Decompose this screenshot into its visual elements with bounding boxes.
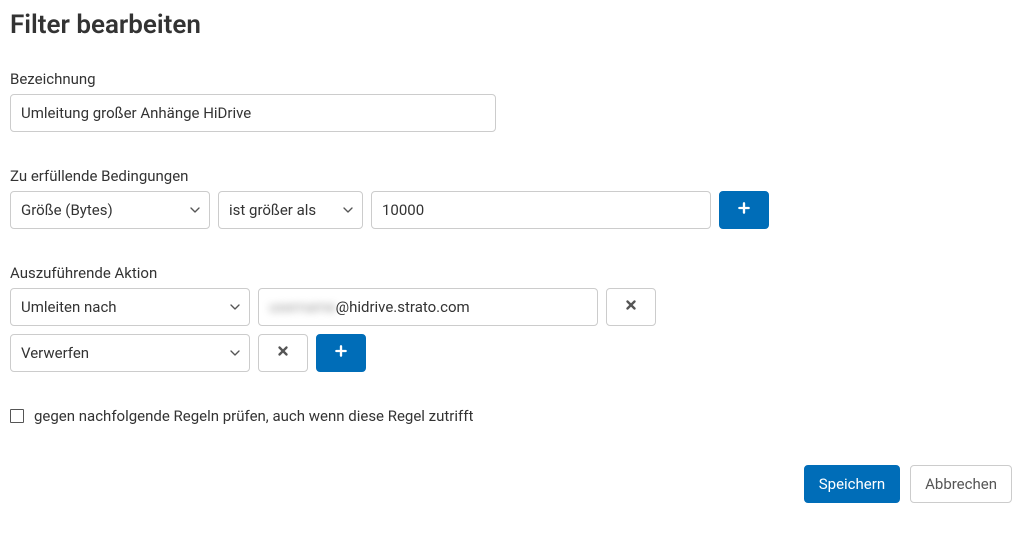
stop-processing-label: gegen nachfolgende Regeln prüfen, auch w… xyxy=(34,407,473,425)
name-input[interactable] xyxy=(10,94,496,132)
condition-row: Größe (Bytes) ist größer als xyxy=(10,191,1012,229)
stop-processing-checkbox[interactable] xyxy=(10,409,24,423)
plus-icon xyxy=(334,344,348,362)
close-icon xyxy=(624,298,638,316)
conditions-label: Zu erfüllende Bedingungen xyxy=(10,167,1012,185)
condition-field-select[interactable]: Größe (Bytes) xyxy=(10,191,210,229)
action-select[interactable]: Verwerfen xyxy=(10,334,250,372)
name-label: Bezeichnung xyxy=(10,70,1012,88)
plus-icon xyxy=(737,201,751,219)
remove-action-button[interactable] xyxy=(606,288,656,326)
add-condition-button[interactable] xyxy=(719,191,769,229)
action-row: Verwerfen xyxy=(10,334,1012,372)
page-title: Filter bearbeiten xyxy=(10,10,1012,40)
action-value-suffix: @hidrive.strato.com xyxy=(336,298,470,316)
action-row: Umleiten nach username@hidrive.strato.co… xyxy=(10,288,1012,326)
actions-label: Auszuführende Aktion xyxy=(10,264,1012,282)
condition-operator-select[interactable]: ist größer als xyxy=(218,191,363,229)
remove-action-button[interactable] xyxy=(258,334,308,372)
action-select[interactable]: Umleiten nach xyxy=(10,288,250,326)
close-icon xyxy=(276,344,290,362)
save-button[interactable]: Speichern xyxy=(804,465,900,503)
redacted-username: username xyxy=(269,298,336,316)
condition-value-input[interactable] xyxy=(371,191,711,229)
cancel-button[interactable]: Abbrechen xyxy=(910,465,1012,503)
add-action-button[interactable] xyxy=(316,334,366,372)
action-value-input[interactable]: username@hidrive.strato.com xyxy=(258,288,598,326)
